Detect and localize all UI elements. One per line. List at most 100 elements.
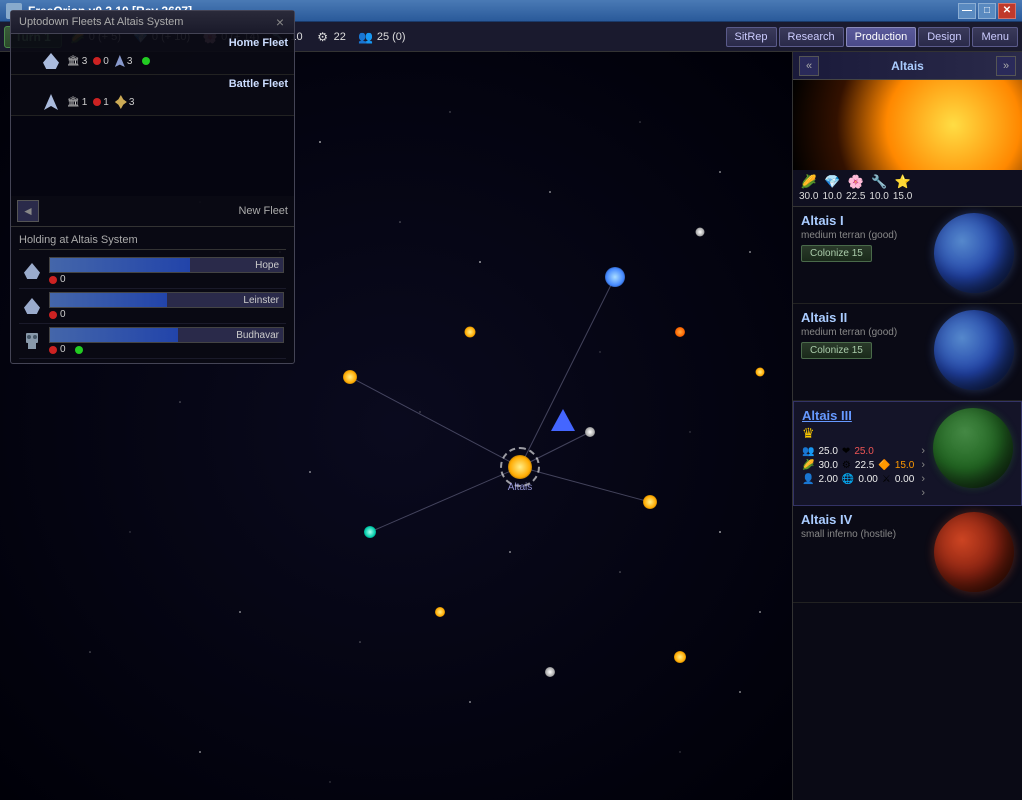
menu-button[interactable]: Menu: [972, 27, 1018, 47]
design-button[interactable]: Design: [918, 27, 970, 47]
altais3-food: 30.0: [818, 460, 837, 471]
food-stat-icon: 🌽: [802, 460, 814, 471]
hope-bar-fill: [50, 258, 190, 272]
holding-header: Holding at Altais System: [19, 231, 286, 250]
pop-icon: 👥: [802, 446, 814, 457]
battle-fleet-ship-icon: [41, 92, 61, 112]
fleet-panel: Uptodown Fleets At Altais System × Home …: [10, 10, 295, 364]
budhavar-green-dot: [75, 346, 83, 354]
right-panel: « Altais » 🌽 30.0 💎 10.0 🌸 22.5 🔧 10.0: [792, 52, 1022, 800]
home-colony-num: 3: [82, 56, 88, 67]
battle-fleet-colony-count: 🏛 1: [67, 97, 87, 108]
altais3-colonists: 2.00: [818, 474, 837, 485]
new-fleet-prev-button[interactable]: ◄: [17, 200, 39, 222]
res-minerals-icon: 💎: [824, 174, 840, 190]
battle-scout-num: 3: [129, 97, 135, 108]
trade-resource: ⚙ 22: [311, 29, 350, 45]
res-trade-val: 15.0: [893, 191, 912, 202]
planet-altais1-image: [934, 213, 1014, 293]
battle-fleet-name: Battle Fleet: [229, 78, 288, 90]
planet-altais3: Altais III ♛ 👥 25.0 ❤ 25.0 › 🌽 30.0: [793, 401, 1022, 506]
planet-altais1: Altais I medium terran (good) Colonize 1…: [793, 207, 1022, 304]
res-research-val: 22.5: [846, 191, 865, 202]
fleet-panel-close[interactable]: ×: [274, 15, 286, 29]
stat-arrow-3[interactable]: ›: [921, 473, 925, 485]
leinster-name: Leinster: [243, 293, 279, 307]
hope-stats: 0: [49, 274, 284, 285]
colony-icon-small: 🏛: [67, 56, 80, 67]
research-button[interactable]: Research: [779, 27, 844, 47]
star-white-2[interactable]: [545, 667, 555, 677]
star-yellow-4[interactable]: [435, 607, 445, 617]
trade-icon: ⚙: [315, 29, 331, 45]
home-fleet-item[interactable]: Home Fleet 🏛 3 0 3: [11, 34, 294, 75]
star-yellow-1[interactable]: [343, 370, 357, 384]
scout-icon-home: [115, 55, 125, 67]
holding-budhavar[interactable]: Budhavar 0: [19, 324, 286, 359]
hope-name: Hope: [255, 258, 279, 272]
fleet-arrow: [551, 409, 575, 431]
system-prev-button[interactable]: «: [799, 56, 819, 76]
budhavar-damage: 0: [60, 344, 66, 355]
budhavar-bar: Budhavar: [49, 327, 284, 343]
star-altais[interactable]: [508, 455, 532, 479]
home-fleet-colony-count: 🏛 3: [67, 56, 87, 67]
system-name-header: Altais: [819, 59, 996, 73]
minimize-button[interactable]: —: [958, 3, 976, 19]
star-yellow-6[interactable]: [465, 327, 476, 338]
battle-fleet-damage: 1: [93, 97, 109, 108]
holding-leinster[interactable]: Leinster 0: [19, 289, 286, 324]
hope-ship-icon: [21, 260, 43, 282]
star-yellow-3[interactable]: [674, 651, 686, 663]
leinster-ship-icon: [21, 295, 43, 317]
altais-label: Altais: [508, 482, 532, 493]
production-button[interactable]: Production: [846, 27, 917, 47]
supply-icon: 🌐: [842, 474, 854, 485]
attack-icon: ⚔: [882, 474, 891, 485]
leinster-bar-container: Leinster 0: [49, 292, 284, 320]
altais3-trade: 15.0: [895, 460, 914, 471]
res-industry-icon: 🔧: [871, 174, 887, 190]
res-research: 🌸 22.5: [846, 174, 865, 202]
altais3-supply: 0.00: [858, 474, 877, 485]
stat-arrow-2[interactable]: ›: [921, 459, 925, 471]
altais3-health: 25.0: [854, 446, 873, 457]
star-yellow-5[interactable]: [756, 368, 765, 377]
fleet-spacer: [11, 116, 294, 196]
star-white-1[interactable]: [585, 427, 595, 437]
budhavar-ship-icon: [21, 330, 43, 352]
home-scout-num: 3: [127, 56, 133, 67]
star-white-3[interactable]: [696, 228, 705, 237]
colonize-altais1-button[interactable]: Colonize 15: [801, 245, 872, 262]
star-blue-1[interactable]: [605, 267, 625, 287]
population-resource: 👥 25 (0): [354, 29, 410, 45]
colonists-icon: 👤: [802, 474, 814, 485]
leinster-bar: Leinster: [49, 292, 284, 308]
star-cyan-1[interactable]: [364, 526, 376, 538]
res-minerals: 💎 10.0: [822, 174, 841, 202]
system-next-button[interactable]: »: [996, 56, 1016, 76]
close-button[interactable]: ✕: [998, 3, 1016, 19]
new-fleet-row: ◄ New Fleet: [11, 196, 294, 227]
stat-arrow-1[interactable]: ›: [921, 445, 925, 457]
star-orange-1[interactable]: [675, 327, 685, 337]
battle-fleet-scout-count: 3: [115, 95, 135, 109]
holding-hope[interactable]: Hope 0: [19, 254, 286, 289]
stat-arrow-4[interactable]: ›: [921, 487, 925, 499]
colonize-altais2-button[interactable]: Colonize 15: [801, 342, 872, 359]
battle-colony-num: 1: [82, 97, 88, 108]
res-industry: 🔧 10.0: [869, 174, 888, 202]
trade-stat-icon: 🔶: [878, 460, 890, 471]
resource-summary: 🌽 30.0 💎 10.0 🌸 22.5 🔧 10.0 ⭐ 15.0: [793, 170, 1022, 207]
maximize-button[interactable]: □: [978, 3, 996, 19]
battle-fleet-item[interactable]: Battle Fleet 🏛 1 1 3: [11, 75, 294, 116]
star-yellow-2[interactable]: [643, 495, 657, 509]
planet-altais4-image: [934, 512, 1014, 592]
hope-red-dot: [49, 276, 57, 284]
altais3-attack: 0.00: [895, 474, 914, 485]
system-header: « Altais »: [793, 52, 1022, 80]
budhavar-red-dot: [49, 346, 57, 354]
sitrep-button[interactable]: SitRep: [726, 27, 777, 47]
planet-altais4: Altais IV small inferno (hostile): [793, 506, 1022, 603]
leinster-stats: 0: [49, 309, 284, 320]
